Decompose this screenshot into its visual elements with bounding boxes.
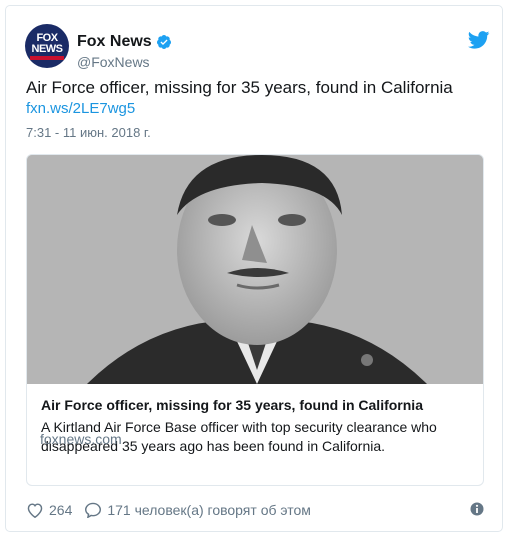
avatar[interactable]: FOX NEWS [25, 24, 69, 68]
reply-icon [85, 502, 102, 518]
reply-count-text: 171 человек(а) говорят об этом [107, 502, 311, 518]
heart-icon [27, 503, 43, 518]
avatar-text-news: NEWS [31, 42, 64, 55]
info-icon[interactable] [469, 501, 485, 517]
like-button[interactable]: 264 [26, 502, 72, 518]
twitter-bird-icon[interactable] [468, 31, 490, 49]
tweet-text: Air Force officer, missing for 35 years,… [26, 78, 453, 97]
tweet-actions: 264 171 человек(а) говорят об этом [26, 500, 323, 520]
link-preview-image[interactable] [27, 155, 483, 384]
like-count: 264 [49, 502, 73, 518]
link-preview-title[interactable]: Air Force officer, missing for 35 years,… [41, 397, 423, 413]
tweet-timestamp[interactable]: 7:31 - 11 июн. 2018 г. [26, 125, 151, 140]
tweet-link[interactable]: fxn.ws/2LE7wg5 [26, 100, 135, 117]
officer-portrait-graphic [27, 155, 483, 384]
avatar-text-fox: FOX [36, 31, 58, 44]
author-handle[interactable]: @FoxNews [77, 54, 150, 70]
verified-icon [156, 35, 171, 49]
link-preview-domain: foxnews.com [40, 431, 122, 447]
avatar-stripe [30, 55, 64, 60]
author-name[interactable]: Fox News [77, 33, 152, 51]
reply-button[interactable]: 171 человек(а) говорят об этом [84, 502, 311, 518]
